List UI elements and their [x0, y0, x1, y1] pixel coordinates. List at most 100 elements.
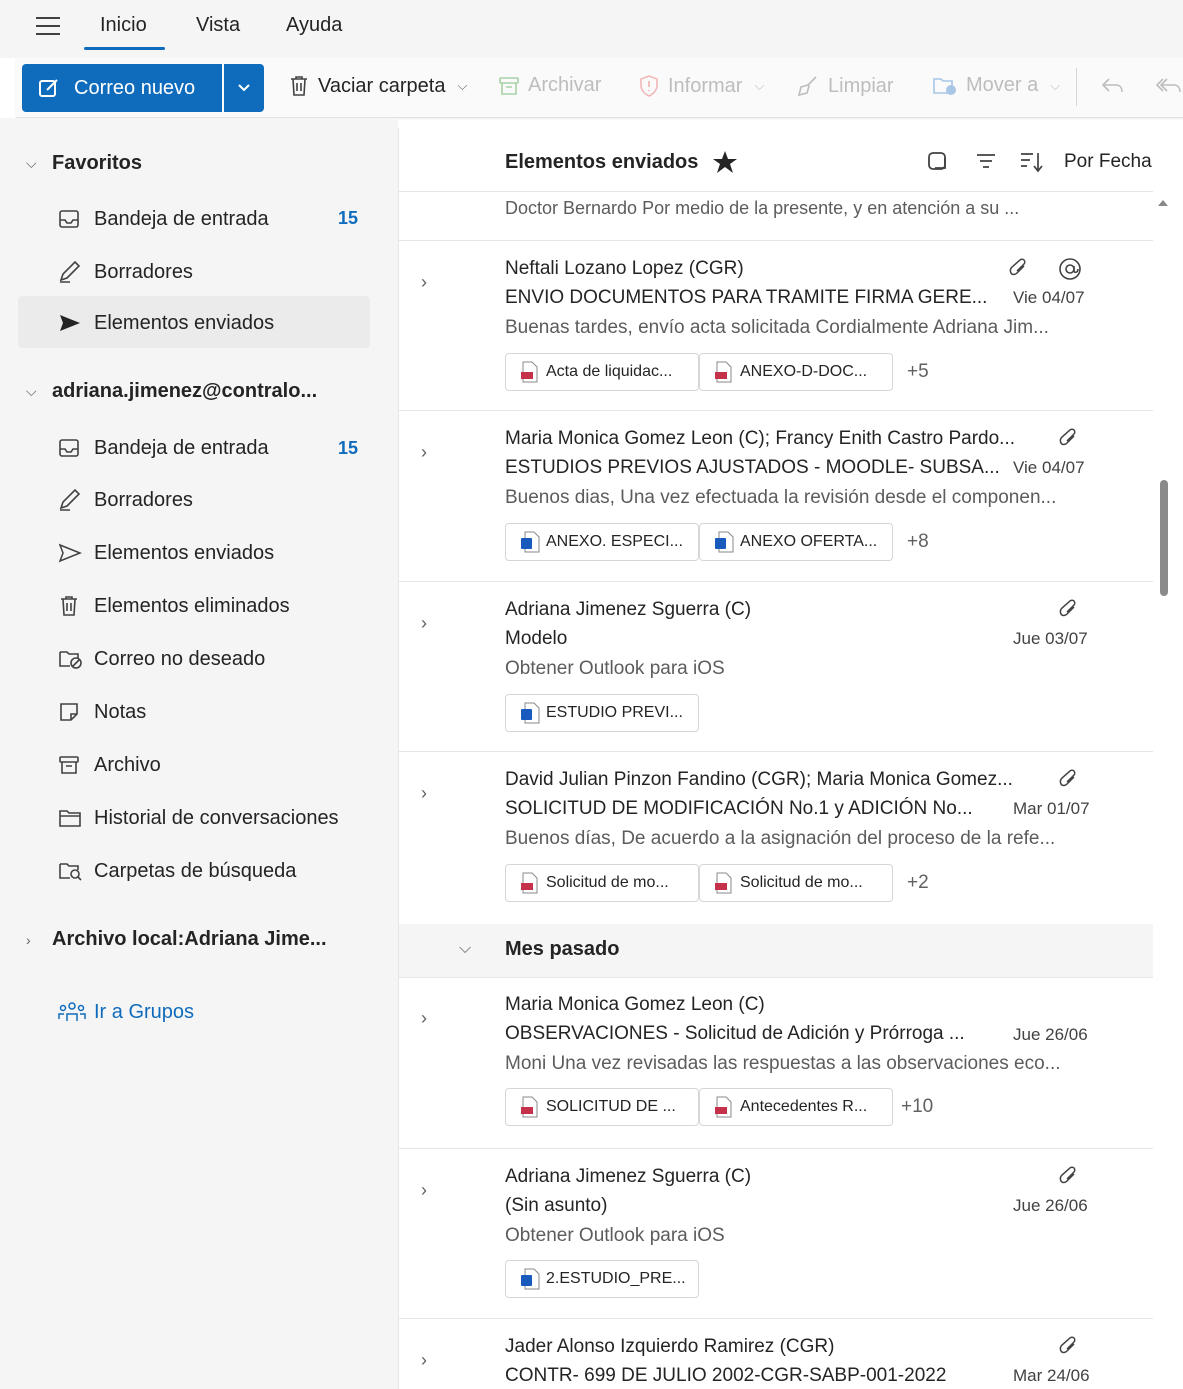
folder-item-notes[interactable]: Notas [58, 697, 146, 727]
tab-vista[interactable]: Vista [196, 14, 240, 37]
folder-item-label: Elementos enviados [94, 541, 275, 564]
word-file-icon [521, 1268, 540, 1290]
attachment-name: Acta de liquidac... [546, 363, 673, 380]
message-preview: Buenas tardes, envío acta solicitada Cor… [505, 317, 1049, 338]
expand-chevron-icon[interactable]: › [421, 783, 427, 804]
chevron-down-icon: ⌵ [457, 78, 468, 93]
broom-icon [797, 76, 817, 97]
attachment-chip[interactable]: 2.ESTUDIO_PRE... [505, 1260, 699, 1298]
list-item[interactable]: › Maria Monica Gomez Leon (C); Francy En… [399, 410, 1154, 581]
more-attachments-count[interactable]: +8 [907, 531, 929, 553]
folder-item-search-folders[interactable]: Carpetas de búsqueda [58, 856, 296, 886]
scroll-up-arrow-icon[interactable] [1158, 200, 1168, 206]
move-to-button[interactable]: Mover a ⌵ [932, 74, 1060, 97]
sweep-label: Limpiar [828, 74, 894, 97]
select-all-icon[interactable] [927, 150, 949, 172]
message-subject: ENVIO DOCUMENTOS PARA TRAMITE FIRMA GERE… [505, 287, 988, 308]
folder-item-sent[interactable]: Elementos enviados [58, 538, 274, 568]
scrollbar-thumb[interactable] [1160, 480, 1168, 596]
message-preview-partial[interactable]: Doctor Bernardo Por medio de la presente… [505, 198, 1019, 219]
favorites-section-header[interactable]: ⌵ Favoritos [26, 152, 142, 175]
chevron-down-icon[interactable]: ⌵ [459, 940, 471, 958]
attachment-chip[interactable]: Acta de liquidac... [505, 353, 699, 391]
folder-item-inbox[interactable]: Bandeja de entrada [58, 433, 269, 463]
attachment-chip[interactable]: Antecedentes R... [699, 1088, 893, 1126]
list-item[interactable]: › Maria Monica Gomez Leon (C) OBSERVACIO… [399, 978, 1154, 1148]
attachment-chip[interactable]: ESTUDIO PREVI... [505, 694, 699, 732]
attachment-chip[interactable]: ANEXO. ESPECI... [505, 523, 699, 561]
more-attachments-count[interactable]: +10 [901, 1096, 933, 1118]
folder-item-conversation-history[interactable]: Historial de conversaciones [58, 803, 339, 833]
attachment-chip[interactable]: ANEXO OFERTA... [699, 523, 893, 561]
junk-icon [59, 651, 82, 669]
folder-item-junk[interactable]: Correo no deseado [58, 644, 265, 674]
sort-icon[interactable] [1019, 150, 1045, 174]
folder-item-deleted[interactable]: Elementos eliminados [58, 591, 290, 621]
list-item[interactable]: › Adriana Jimenez Sguerra (C) (Sin asunt… [399, 1148, 1154, 1318]
compose-icon [39, 79, 58, 97]
reply-all-button[interactable] [1156, 74, 1183, 96]
sweep-button[interactable]: Limpiar [796, 74, 894, 98]
archive-label: Archivar [528, 74, 602, 96]
attachment-name: SOLICITUD DE ... [546, 1098, 676, 1115]
tab-inicio[interactable]: Inicio [84, 14, 165, 50]
empty-folder-button[interactable]: Vaciar carpeta ⌵ [288, 74, 467, 98]
report-button[interactable]: Informar ⌵ [638, 74, 764, 98]
fav-item-sent[interactable]: Elementos enviados [58, 308, 274, 338]
message-list-scrollbar[interactable] [1153, 190, 1183, 1389]
more-attachments-count[interactable]: +2 [907, 872, 929, 894]
expand-chevron-icon[interactable]: › [421, 1008, 427, 1029]
chevron-down-icon: ⌵ [754, 78, 765, 93]
word-file-icon [521, 702, 540, 724]
expand-chevron-icon[interactable]: › [421, 442, 427, 463]
inbox-icon [59, 210, 79, 228]
attachment-chip[interactable]: SOLICITUD DE ... [505, 1088, 699, 1126]
expand-chevron-icon[interactable]: › [421, 613, 427, 634]
fav-item-inbox[interactable]: Bandeja de entrada [58, 204, 269, 234]
fav-item-drafts[interactable]: Borradores [58, 257, 193, 287]
attachment-chip[interactable]: Solicitud de mo... [505, 864, 699, 902]
paperclip-icon [1059, 1166, 1076, 1184]
drafts-icon [59, 489, 81, 511]
report-label: Informar [668, 74, 743, 97]
hamburger-menu-icon[interactable] [36, 17, 62, 39]
pdf-file-icon [715, 1096, 732, 1118]
chevron-down-icon: ⌵ [26, 155, 37, 171]
expand-chevron-icon[interactable]: › [421, 1180, 427, 1201]
list-item[interactable]: › David Julian Pinzon Fandino (CGR); Mar… [399, 751, 1154, 923]
new-mail-label: Correo nuevo [74, 76, 196, 99]
folder-item-archive[interactable]: Archivo [58, 750, 161, 780]
folder-item-label: Notas [94, 700, 147, 723]
shield-icon [640, 75, 658, 97]
message-sender: Adriana Jimenez Sguerra (C) [505, 599, 752, 620]
empty-folder-label: Vaciar carpeta [318, 74, 446, 97]
star-icon[interactable] [712, 150, 738, 174]
folder-item-drafts[interactable]: Borradores [58, 485, 193, 515]
tab-ayuda[interactable]: Ayuda [286, 14, 342, 37]
sort-by-label[interactable]: Por Fecha [1064, 151, 1152, 173]
group-label: Mes pasado [505, 938, 620, 960]
new-mail-button[interactable]: Correo nuevo [22, 64, 222, 112]
folder-title: Elementos enviados [505, 150, 738, 174]
local-archive-section-header[interactable]: › Archivo local:Adriana Jime... [26, 928, 327, 951]
attachment-chip[interactable]: Solicitud de mo... [699, 864, 893, 902]
attachment-name: ANEXO-D-DOC... [740, 363, 868, 380]
paperclip-icon [1009, 258, 1026, 276]
ribbon-toolbar: Correo nuevo Vaciar carpeta ⌵ Archivar I… [16, 58, 1183, 118]
account-section-header[interactable]: ⌵ adriana.jimenez@contralo... [26, 380, 317, 403]
list-item[interactable]: › Jader Alonso Izquierdo Ramirez (CGR) C… [399, 1318, 1154, 1389]
archive-button[interactable]: Archivar [498, 74, 601, 97]
list-item[interactable]: › Adriana Jimenez Sguerra (C) Modelo Jue… [399, 581, 1154, 751]
more-attachments-count[interactable]: +5 [907, 361, 929, 383]
go-to-groups-link[interactable]: Ir a Grupos [58, 997, 194, 1027]
message-sender: Maria Monica Gomez Leon (C) [505, 994, 765, 1015]
expand-chevron-icon[interactable]: › [421, 272, 427, 293]
reply-button[interactable] [1100, 74, 1134, 96]
attachment-chip[interactable]: ANEXO-D-DOC... [699, 353, 893, 391]
new-mail-dropdown-button[interactable] [224, 64, 264, 112]
message-subject: Modelo [505, 628, 568, 649]
list-item[interactable]: › Neftali Lozano Lopez (CGR) ENVIO DOCUM… [399, 240, 1154, 410]
expand-chevron-icon[interactable]: › [421, 1350, 427, 1371]
filter-icon[interactable] [975, 150, 997, 172]
group-header-last-month[interactable]: ⌵ Mes pasado [399, 924, 1154, 978]
